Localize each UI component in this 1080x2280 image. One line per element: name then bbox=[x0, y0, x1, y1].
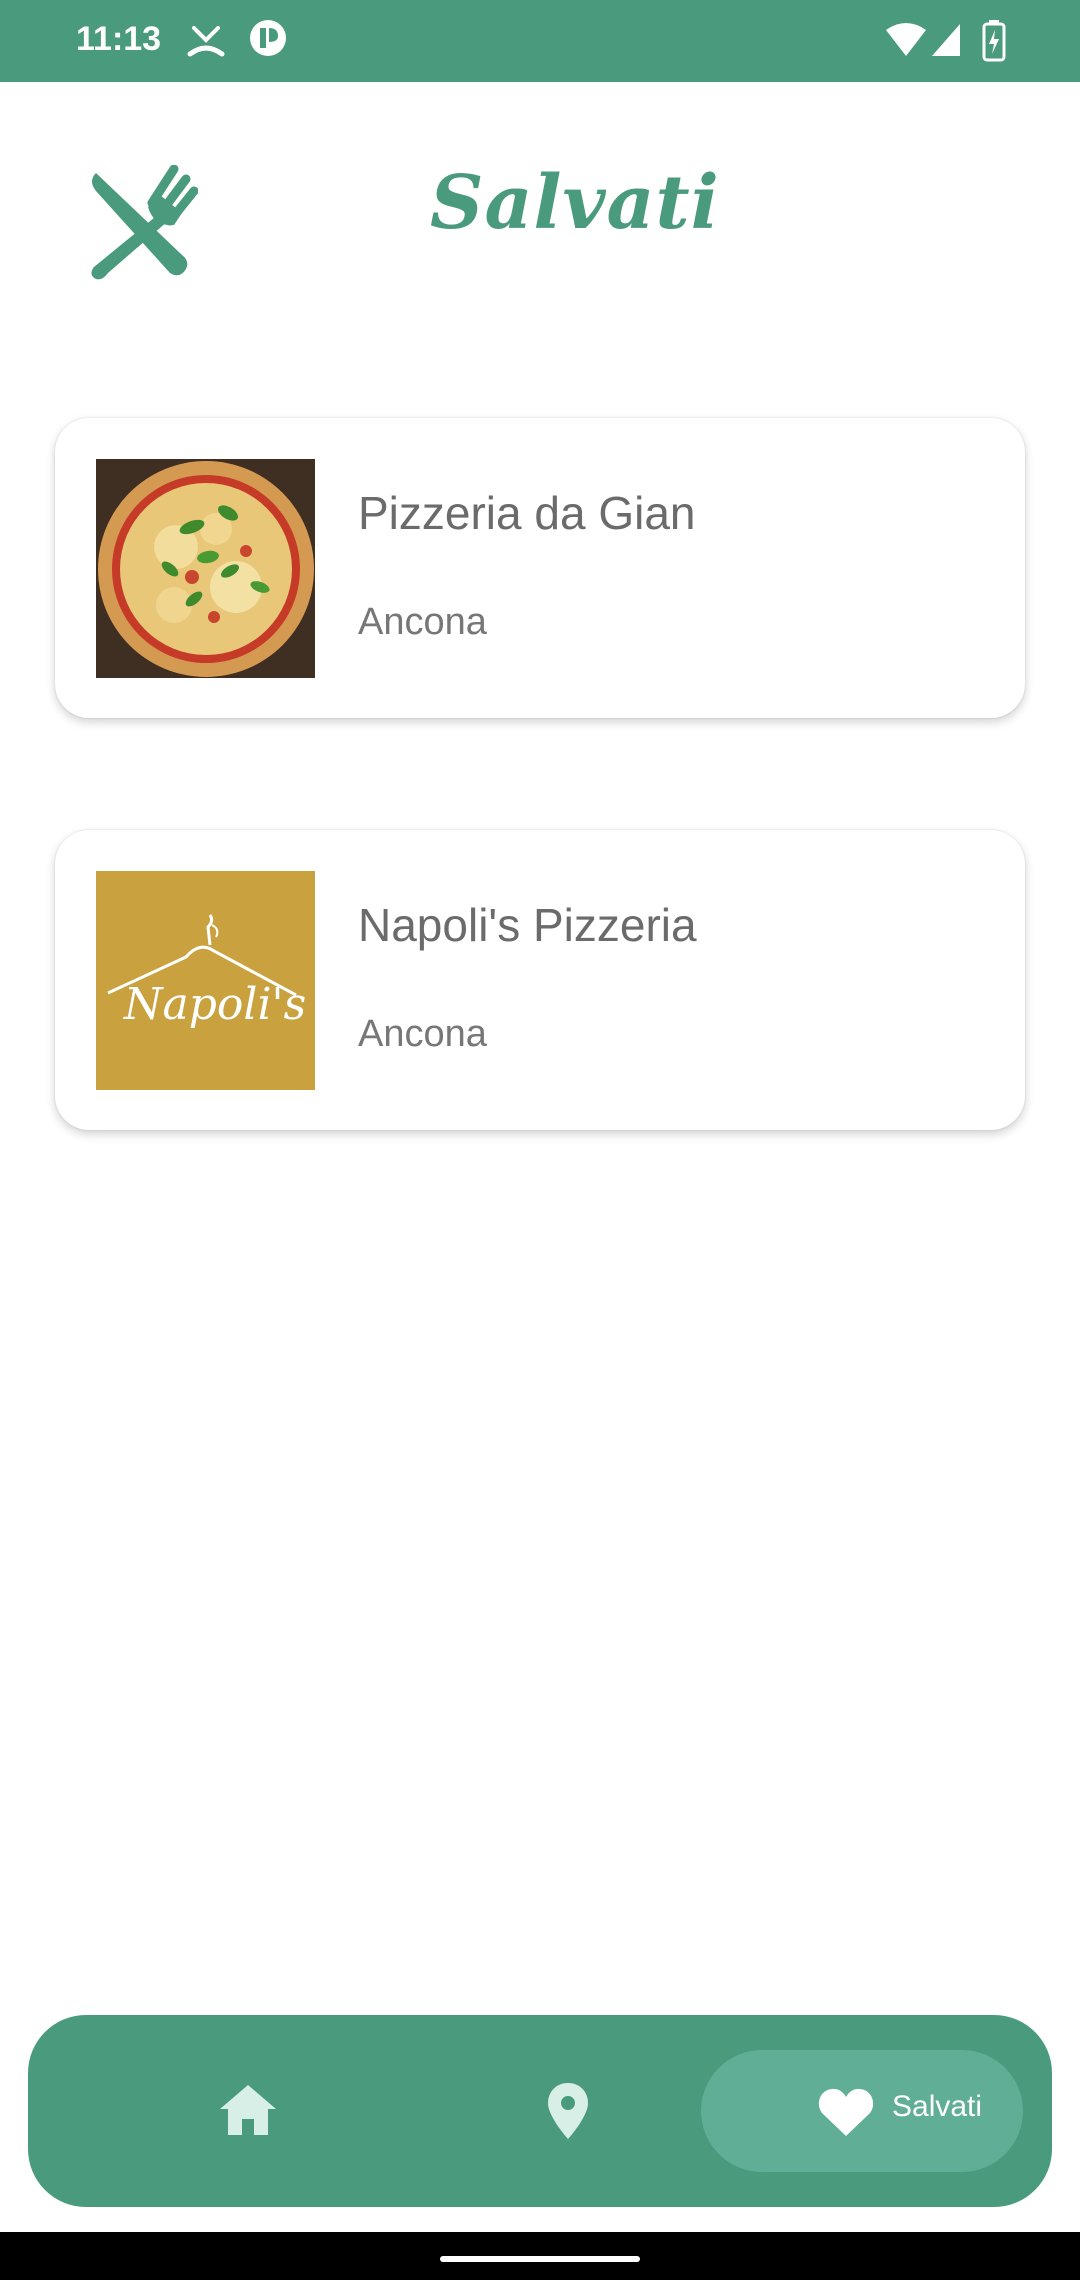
gesture-navigation-bar bbox=[0, 2232, 1080, 2280]
wifi-icon bbox=[884, 22, 928, 62]
restaurant-name: Pizzeria da Gian bbox=[358, 487, 696, 539]
page-title: Salvati bbox=[430, 160, 720, 246]
status-time: 11:13 bbox=[76, 20, 162, 58]
restaurant-name: Napoli's Pizzeria bbox=[358, 899, 697, 951]
gesture-handle[interactable] bbox=[440, 2256, 640, 2262]
missed-call-icon bbox=[184, 22, 228, 66]
app-notification-icon bbox=[248, 18, 288, 62]
restaurant-city: Ancona bbox=[358, 1013, 487, 1055]
home-icon bbox=[220, 2085, 276, 2135]
napolis-logo: Napoli's bbox=[96, 871, 315, 1090]
nav-saved-button[interactable]: Salvati bbox=[701, 2050, 1023, 2172]
status-bar: 11:13 bbox=[0, 0, 1080, 82]
restaurant-city: Ancona bbox=[358, 601, 487, 643]
napolis-logo-text: Napoli's bbox=[124, 979, 307, 1030]
fork-knife-icon bbox=[82, 164, 199, 281]
nav-saved-label: Salvati bbox=[892, 2090, 983, 2123]
battery-charging-icon bbox=[982, 20, 1006, 66]
saved-restaurant-card[interactable]: Pizzeria da Gian Ancona bbox=[55, 418, 1025, 718]
bottom-navigation: Salvati bbox=[28, 2015, 1052, 2207]
nav-home-button[interactable] bbox=[168, 2015, 328, 2207]
location-pin-icon bbox=[548, 2083, 588, 2139]
pizza-photo bbox=[96, 459, 315, 678]
heart-icon bbox=[818, 2088, 874, 2136]
signal-icon bbox=[930, 22, 962, 62]
nav-map-button[interactable] bbox=[488, 2015, 648, 2207]
saved-restaurant-card[interactable]: Napoli's Napoli's Pizzeria Ancona bbox=[55, 830, 1025, 1130]
